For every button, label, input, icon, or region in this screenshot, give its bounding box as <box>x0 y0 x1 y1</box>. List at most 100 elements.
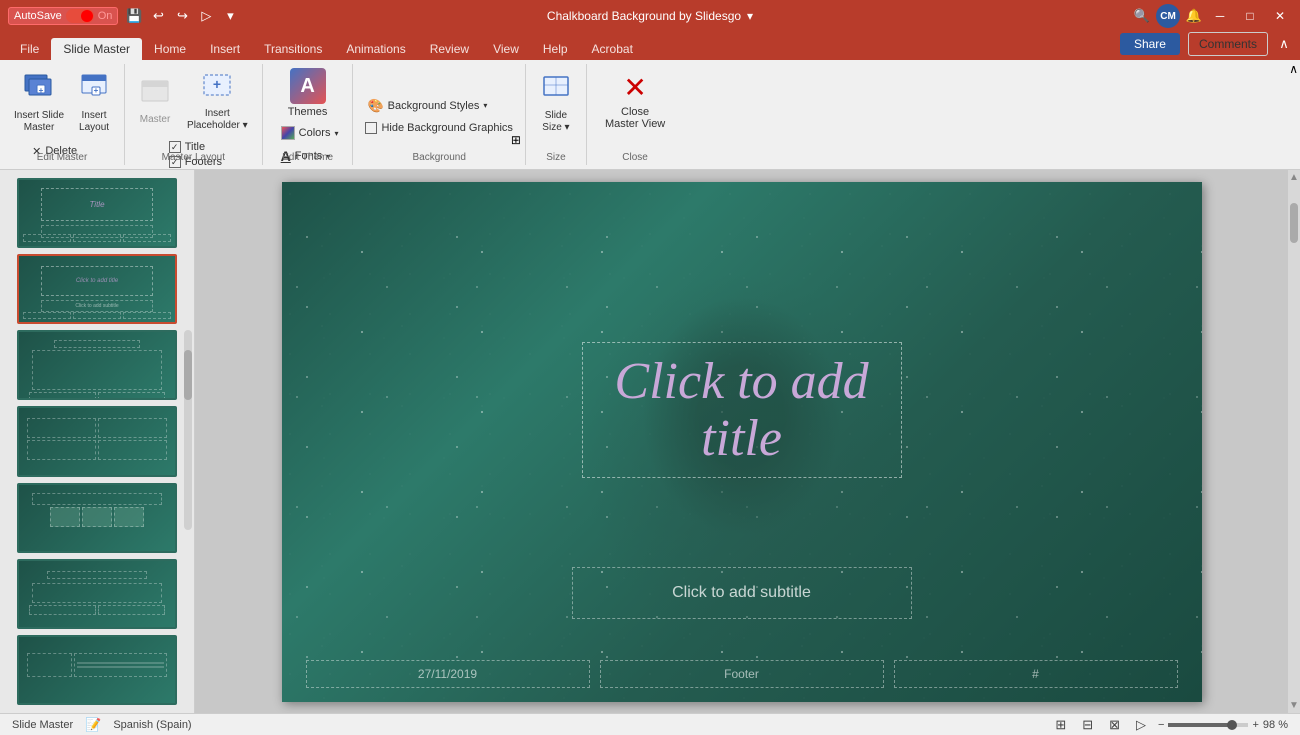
tab-transitions[interactable]: Transitions <box>252 38 334 60</box>
background-styles-label: Background Styles <box>388 100 480 112</box>
panel-scroll-thumb <box>184 350 192 400</box>
insert-slide-master-button[interactable]: + Insert SlideMaster <box>8 64 70 140</box>
tab-view[interactable]: View <box>481 38 531 60</box>
tab-insert[interactable]: Insert <box>198 38 252 60</box>
notification-icon[interactable]: 🔔 <box>1186 8 1202 24</box>
slide-sorter-button[interactable]: ⊟ <box>1078 715 1097 735</box>
close-master-icon: ✕ <box>623 74 646 102</box>
insert-placeholder-button[interactable]: + InsertPlaceholder ▾ <box>181 64 254 140</box>
reading-view-button[interactable]: ⊠ <box>1105 715 1124 735</box>
size-label: Size <box>546 152 565 163</box>
autosave-state: On <box>98 10 113 22</box>
scroll-up-arrow[interactable]: ▲ <box>1289 172 1299 183</box>
app-title: Chalkboard Background by Slidesgo <box>547 9 741 23</box>
colors-button[interactable]: Colors ▾ <box>275 122 345 144</box>
master-button[interactable]: Master <box>133 64 177 140</box>
ribbon-group-edit-master: + Insert SlideMaster + InsertLayout <box>0 64 125 165</box>
background-expand-icon[interactable]: ⊞ <box>511 133 521 147</box>
master-icon <box>140 79 170 112</box>
status-bar: Slide Master 📝 Spanish (Spain) ⊞ ⊟ ⊠ ▷ −… <box>0 713 1300 735</box>
share-button[interactable]: Share <box>1120 33 1180 55</box>
redo-icon[interactable]: ↪ <box>174 8 190 24</box>
slide-thumb-6[interactable] <box>17 559 177 629</box>
themes-label: Themes <box>288 106 328 118</box>
slide-thumb-4[interactable] <box>17 406 177 476</box>
zoom-minus[interactable]: − <box>1158 719 1164 731</box>
slideshow-button[interactable]: ▷ <box>1132 715 1150 735</box>
hide-background-checkbox[interactable]: Hide Background Graphics <box>361 121 516 135</box>
slide-thumb-7[interactable] <box>17 635 177 705</box>
search-title-icon[interactable]: 🔍 <box>1134 8 1150 24</box>
insert-placeholder-label: InsertPlaceholder ▾ <box>187 108 248 132</box>
insert-layout-button[interactable]: + InsertLayout <box>72 64 116 140</box>
insert-placeholder-icon: + <box>202 73 232 106</box>
hide-background-label: Hide Background Graphics <box>381 122 512 134</box>
zoom-control: − + 98 % <box>1158 719 1288 731</box>
notes-icon[interactable]: 📝 <box>85 717 101 733</box>
view-label: Slide Master <box>12 719 73 731</box>
tab-help[interactable]: Help <box>531 38 580 60</box>
background-styles-arrow: ▾ <box>483 101 487 110</box>
slide-thumb-2-inner: Click to add title Click to add subtitle <box>19 256 175 322</box>
slide-subtitle-placeholder[interactable]: Click to add subtitle <box>572 567 912 619</box>
main-area: Title Click to a <box>0 170 1300 713</box>
tab-acrobat[interactable]: Acrobat <box>580 38 645 60</box>
zoom-slider[interactable] <box>1168 723 1248 727</box>
themes-button[interactable]: A Themes <box>276 64 340 122</box>
close-master-view-button[interactable]: ✕ CloseMaster View <box>595 64 675 140</box>
ribbon-tabs: File Slide Master Home Insert Transition… <box>0 32 1300 60</box>
zoom-thumb <box>1227 720 1237 730</box>
footer-center-box[interactable]: Footer <box>600 660 884 688</box>
background-styles-button[interactable]: 🎨 Background Styles ▾ <box>361 95 516 117</box>
tab-review[interactable]: Review <box>418 38 481 60</box>
zoom-percent[interactable]: 98 % <box>1263 719 1288 731</box>
ribbon-group-edit-theme: A Themes Colors ▾ A Fonts ▾ ✦ Effects ▾ … <box>263 64 354 165</box>
slide-size-button[interactable]: SlideSize ▾ <box>534 64 578 140</box>
slide-thumb-1[interactable]: Title <box>17 178 177 248</box>
slide-title-placeholder[interactable]: Click to addtitle <box>582 342 902 478</box>
zoom-plus[interactable]: + <box>1252 719 1258 731</box>
save-icon[interactable]: 💾 <box>126 8 142 24</box>
insert-layout-label: InsertLayout <box>79 110 109 134</box>
close-button[interactable]: ✕ <box>1268 4 1292 28</box>
slide-size-icon <box>540 71 572 108</box>
colors-icon <box>281 126 295 140</box>
scroll-down-arrow[interactable]: ▼ <box>1289 700 1299 711</box>
slide-title-text: Click to addtitle <box>614 353 868 467</box>
comments-button[interactable]: Comments <box>1188 32 1268 56</box>
slide-thumb-4-inner <box>19 408 175 474</box>
undo-icon[interactable]: ↩ <box>150 8 166 24</box>
zoom-fill <box>1168 723 1228 727</box>
slide-thumb-1-inner: Title <box>19 180 175 246</box>
autosave-toggle[interactable] <box>66 9 94 23</box>
right-scroll-thumb[interactable] <box>1290 203 1298 243</box>
slide-thumb-2[interactable]: Click to add title Click to add subtitle <box>17 254 177 324</box>
colors-label: Colors <box>299 127 331 139</box>
more-icon[interactable]: ▾ <box>222 8 238 24</box>
user-avatar[interactable]: CM <box>1156 4 1180 28</box>
slide-thumb-3[interactable] <box>17 330 177 400</box>
tab-slide-master[interactable]: Slide Master <box>51 38 142 60</box>
maximize-button[interactable]: □ <box>1238 4 1262 28</box>
tab-home[interactable]: Home <box>142 38 198 60</box>
footer-page-box[interactable]: # <box>894 660 1178 688</box>
slide-thumb-5[interactable] <box>17 483 177 553</box>
ribbon-group-close: ✕ CloseMaster View Close <box>587 64 683 165</box>
autosave-badge[interactable]: AutoSave On <box>8 7 118 25</box>
minimize-button[interactable]: ─ <box>1208 4 1232 28</box>
master-label: Master <box>140 114 171 126</box>
footer-date-box[interactable]: 27/11/2019 <box>306 660 590 688</box>
tab-animations[interactable]: Animations <box>334 38 417 60</box>
ribbon-collapse-icon[interactable]: ∧ <box>1276 36 1292 52</box>
slide-size-label: SlideSize ▾ <box>542 110 569 134</box>
footer-page-text: # <box>1032 667 1039 681</box>
slide-canvas[interactable]: Click to addtitle Click to add subtitle … <box>282 182 1202 702</box>
svg-text:+: + <box>39 86 44 95</box>
present-icon[interactable]: ▷ <box>198 8 214 24</box>
right-scrollbar[interactable]: ▲ ▼ <box>1288 170 1300 713</box>
user-initials: CM <box>1160 11 1176 22</box>
ribbon-pin-icon[interactable]: ∧ <box>1289 62 1298 76</box>
slide-footer: 27/11/2019 Footer # <box>306 660 1178 688</box>
tab-file[interactable]: File <box>8 38 51 60</box>
normal-view-button[interactable]: ⊞ <box>1051 715 1070 735</box>
